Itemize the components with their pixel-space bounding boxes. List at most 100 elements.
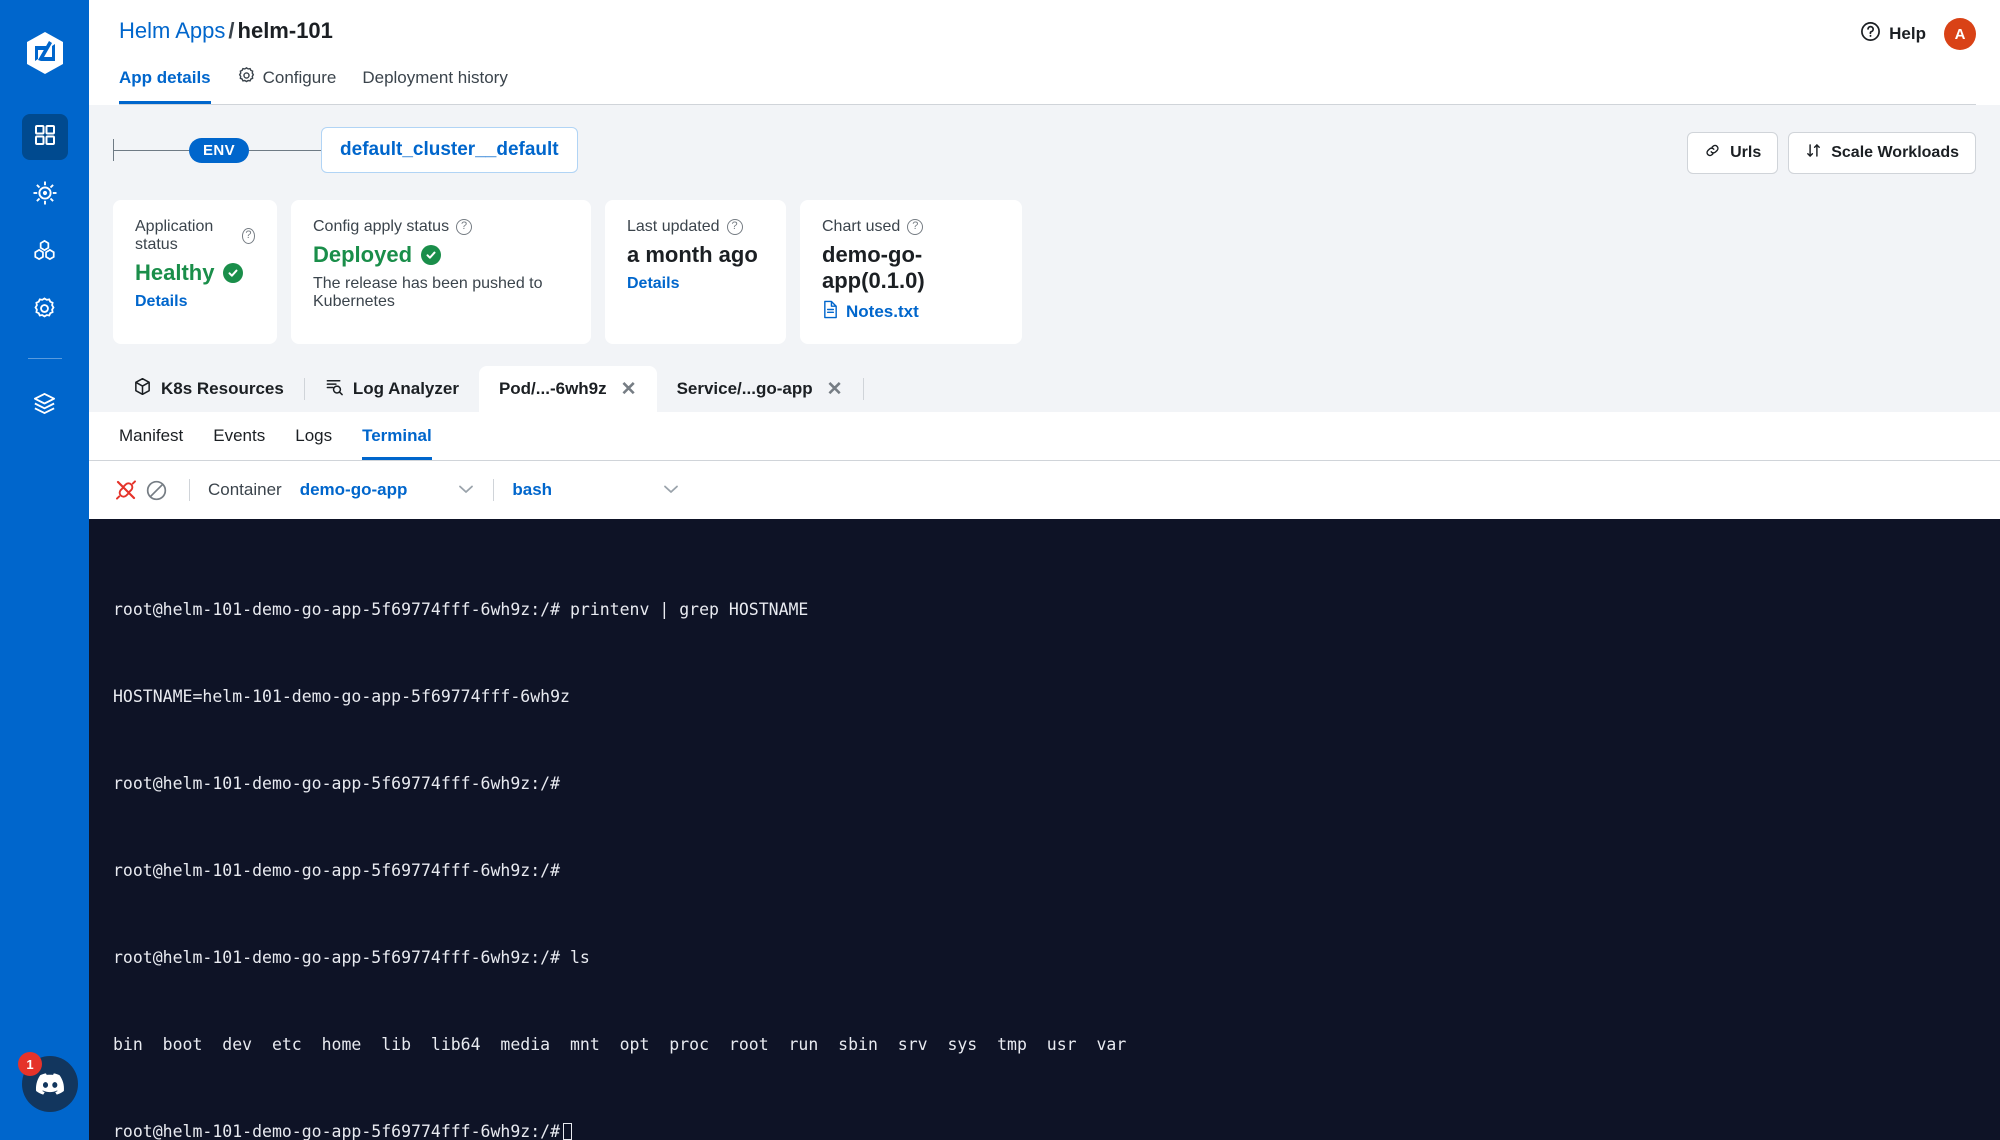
sidebar-item-applications[interactable] (21, 114, 68, 160)
shell-select[interactable]: bash (512, 480, 680, 500)
last-updated-details-link[interactable]: Details (627, 275, 764, 293)
tab-configure[interactable]: Configure (237, 66, 337, 104)
tab-pod-label: Pod/...-6wh9z (498, 379, 607, 398)
no-entry-icon[interactable] (141, 475, 171, 505)
gear-icon (237, 66, 256, 90)
card-last-updated-title: Last updated (627, 218, 720, 235)
card-application-status: Application status ? Healthy Details (113, 200, 277, 344)
card-config-apply-status: Config apply status ? Deployed The relea… (291, 200, 591, 344)
env-row: ENV default_cluster__default Urls Scale … (113, 105, 1976, 174)
subtab-manifest[interactable]: Manifest (119, 412, 183, 460)
tab-k8s-resources-label: K8s Resources (161, 379, 284, 398)
terminal-prompt-line: root@helm-101-demo-go-app-5f69774fff-6wh… (113, 1117, 1976, 1140)
tab-service[interactable]: Service/...go-app ✕ (657, 366, 863, 412)
app-details-panel: ENV default_cluster__default Urls Scale … (89, 105, 2000, 412)
header-top-row: Helm Apps / helm-101 Help A (119, 0, 1976, 50)
breadcrumb: Helm Apps / helm-101 (119, 16, 333, 46)
arrows-up-down-icon (1805, 142, 1822, 164)
card-chart-used-title: Chart used (822, 218, 901, 235)
container-select[interactable]: demo-go-app (300, 480, 476, 500)
main-area: Helm Apps / helm-101 Help A App details … (89, 0, 2000, 1140)
env-pill: ENV (189, 137, 250, 163)
card-chart-used: Chart used ? demo-go-app(0.1.0) Notes.tx… (800, 200, 1022, 344)
terminal-cursor (563, 1123, 573, 1140)
card-config-apply-status-label: Config apply status ? (313, 218, 569, 236)
subtab-logs[interactable]: Logs (295, 412, 332, 460)
sidebar-divider (27, 358, 62, 359)
app-root: 1 Helm Apps / helm-101 Help A App detail… (0, 0, 2000, 1140)
question-circle-icon[interactable]: ? (456, 219, 473, 235)
card-application-status-label: Application status ? (135, 218, 255, 254)
header-right-actions: Help A (1860, 16, 1976, 50)
sidebar-item-global-configurations[interactable] (22, 288, 68, 334)
subtab-terminal[interactable]: Terminal (362, 412, 432, 460)
devtron-logo-icon[interactable] (22, 30, 68, 76)
breadcrumb-separator: / (228, 18, 235, 43)
scale-workloads-button-label: Scale Workloads (1831, 144, 1959, 161)
cube-icon (133, 377, 152, 401)
sidebar-item-charts[interactable] (22, 172, 68, 218)
tab-deployment-history[interactable]: Deployment history (362, 66, 508, 104)
container-select-value: demo-go-app (299, 480, 408, 499)
card-application-status-value: Healthy (135, 260, 255, 286)
tab-configure-label: Configure (262, 68, 337, 87)
tab-pod[interactable]: Pod/...-6wh9z ✕ (478, 366, 657, 412)
sidebar-item-resource-browser[interactable] (22, 230, 68, 276)
terminal-line: root@helm-101-demo-go-app-5f69774fff-6wh… (113, 861, 561, 880)
breadcrumb-current: helm-101 (237, 18, 333, 43)
stack-layers-icon (32, 391, 57, 421)
card-config-apply-status-title: Config apply status (313, 218, 450, 235)
tab-service-label: Service/...go-app (676, 379, 813, 398)
plug-disconnect-icon[interactable] (111, 475, 141, 505)
application-status-details-link[interactable]: Details (135, 293, 255, 311)
urls-button-label: Urls (1730, 144, 1762, 161)
tab-k8s-resources[interactable]: K8s Resources (113, 366, 304, 412)
terminal-toolbar: Container demo-go-app bash (89, 461, 2000, 519)
breadcrumb-root-link[interactable]: Helm Apps (119, 18, 225, 43)
card-chart-used-value: demo-go-app(0.1.0) (822, 242, 925, 293)
check-circle-icon (421, 245, 442, 265)
notes-txt-link[interactable]: Notes.txt (822, 300, 1000, 324)
subtab-events[interactable]: Events (213, 412, 265, 460)
discord-button-wrapper: 1 (18, 1052, 82, 1116)
chevron-down-icon (457, 480, 475, 500)
tab-log-analyzer-label: Log Analyzer (352, 379, 459, 398)
terminal-output[interactable]: root@helm-101-demo-go-app-5f69774fff-6wh… (89, 519, 2000, 1140)
scale-workloads-button[interactable]: Scale Workloads (1788, 132, 1976, 174)
question-circle-icon (1860, 21, 1881, 47)
card-last-updated: Last updated ? a month ago Details (605, 200, 786, 344)
card-chart-used-label: Chart used ? (822, 218, 1000, 236)
question-circle-icon[interactable]: ? (241, 228, 255, 244)
notes-txt-label: Notes.txt (846, 302, 919, 321)
application-status-text: Healthy (135, 260, 215, 285)
close-icon[interactable]: ✕ (827, 378, 843, 401)
sidebar-item-stack-manager[interactable] (22, 383, 68, 429)
help-label: Help (1889, 24, 1926, 43)
tab-app-details[interactable]: App details (119, 66, 211, 104)
card-config-apply-status-value: Deployed (313, 242, 569, 268)
discord-notification-badge: 1 (18, 1052, 42, 1076)
header-tabs: App details Configure Deployment history (119, 66, 1976, 104)
tab-log-analyzer[interactable]: Log Analyzer (305, 366, 479, 412)
close-icon[interactable]: ✕ (621, 378, 637, 401)
help-button[interactable]: Help (1860, 21, 1926, 47)
avatar[interactable]: A (1944, 18, 1976, 50)
toolbar-divider-1 (189, 479, 190, 501)
tab-app-details-label: App details (119, 68, 211, 87)
left-sidebar: 1 (0, 0, 89, 1140)
question-circle-icon[interactable]: ? (726, 219, 743, 235)
question-circle-icon[interactable]: ? (907, 219, 924, 235)
toolbar-divider-2 (493, 479, 495, 501)
urls-button[interactable]: Urls (1687, 132, 1779, 174)
log-search-icon (325, 377, 344, 401)
terminal-line: root@helm-101-demo-go-app-5f69774fff-6wh… (113, 774, 561, 793)
env-name-selector[interactable]: default_cluster__default (321, 127, 578, 173)
terminal-line: root@helm-101-demo-go-app-5f69774fff-6wh… (113, 948, 590, 967)
card-application-status-title: Application status (135, 218, 214, 253)
container-label: Container (208, 480, 282, 499)
env-selector-group: ENV default_cluster__default (113, 127, 578, 173)
ship-wheel-icon (32, 180, 58, 211)
cluster-hex-icon (32, 238, 57, 268)
env-actions: Urls Scale Workloads (1687, 127, 1976, 174)
link-icon (1704, 142, 1721, 164)
